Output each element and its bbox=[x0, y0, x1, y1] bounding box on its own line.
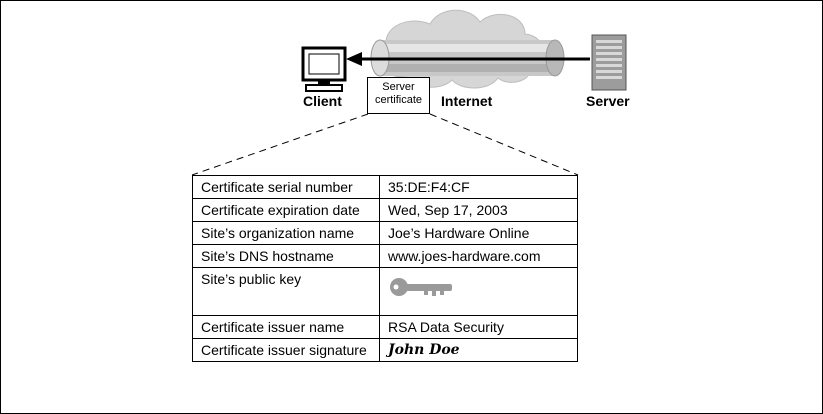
field-label: Certificate expiration date bbox=[192, 198, 380, 222]
key-icon bbox=[390, 278, 452, 296]
server-certificate-line2: certificate bbox=[374, 94, 423, 106]
table-row: Certificate issuer signature John Doe bbox=[192, 338, 578, 362]
table-row: Certificate serial number 35:DE:F4:CF bbox=[192, 175, 578, 199]
server-certificate-box: Server certificate bbox=[367, 77, 430, 114]
internet-label: Internet bbox=[441, 93, 493, 109]
field-value: Wed, Sep 17, 2003 bbox=[379, 198, 578, 222]
field-label: Site’s organization name bbox=[192, 221, 380, 245]
zoom-lines bbox=[191, 113, 579, 176]
certificate-table: Certificate serial number 35:DE:F4:CF Ce… bbox=[192, 175, 578, 362]
field-label: Certificate issuer name bbox=[192, 315, 380, 339]
server-tower-icon bbox=[591, 34, 627, 91]
field-value: Joe’s Hardware Online bbox=[379, 221, 578, 245]
field-value bbox=[379, 267, 578, 316]
client-label: Client bbox=[303, 93, 342, 109]
diagram-canvas: Client Internet Server Server certificat… bbox=[0, 0, 823, 414]
field-value: RSA Data Security bbox=[379, 315, 578, 339]
table-row: Certificate issuer name RSA Data Securit… bbox=[192, 315, 578, 339]
table-row: Site’s DNS hostname www.joes-hardware.co… bbox=[192, 244, 578, 268]
table-row: Site’s organization name Joe’s Hardware … bbox=[192, 221, 578, 245]
client-computer-icon bbox=[301, 46, 347, 92]
server-certificate-line1: Server bbox=[382, 81, 415, 93]
field-label: Site’s DNS hostname bbox=[192, 244, 380, 268]
field-value: 35:DE:F4:CF bbox=[379, 175, 578, 199]
field-label: Site’s public key bbox=[192, 267, 380, 316]
server-label: Server bbox=[586, 93, 630, 109]
field-label: Certificate serial number bbox=[192, 175, 380, 199]
table-row: Certificate expiration date Wed, Sep 17,… bbox=[192, 198, 578, 222]
field-value: www.joes-hardware.com bbox=[379, 244, 578, 268]
table-row: Site’s public key bbox=[192, 267, 578, 316]
field-label: Certificate issuer signature bbox=[192, 338, 380, 362]
issuer-signature: John Doe bbox=[379, 338, 578, 362]
